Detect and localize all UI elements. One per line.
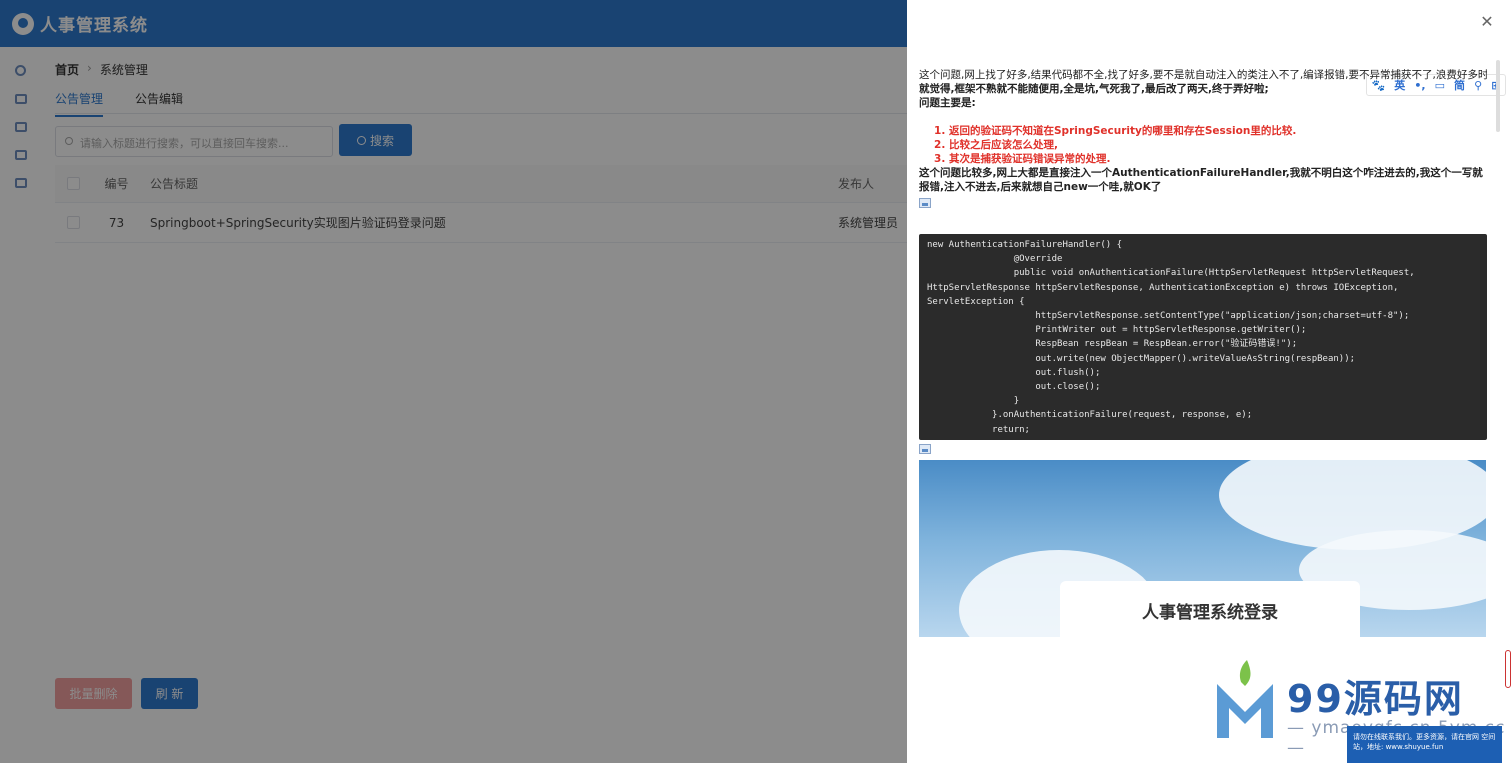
- issues-title: 问题主要是:: [919, 97, 976, 109]
- list-item: 返回的验证码不知道在SpringSecurity的哪里和存在Session里的比…: [949, 124, 1487, 138]
- watermark-logo-icon: [1217, 660, 1273, 738]
- login-card-title: 人事管理系统登录: [1142, 603, 1278, 623]
- login-card: 人事管理系统登录: [1060, 581, 1360, 637]
- broken-image-icon: [919, 444, 931, 454]
- intro-text-2: 就觉得,框架不熟就不能随便用,全是坑,气死我了,最后改了两天,终于弄好啦;: [919, 83, 1269, 95]
- issues-list: 返回的验证码不知道在SpringSecurity的哪里和存在Session里的比…: [939, 124, 1487, 166]
- login-screenshot-image: 人事管理系统登录: [919, 460, 1486, 637]
- modal-overlay[interactable]: [0, 0, 907, 763]
- code-block: new AuthenticationFailureHandler() { @Ov…: [919, 234, 1487, 440]
- notice-badge: 请勿在线联系我们。更多资源，请在官网 空间站，地址: www.shuyue.fu…: [1347, 726, 1502, 763]
- summary-text: 这个问题比较多,网上大都是直接注入一个AuthenticationFailure…: [919, 167, 1483, 193]
- close-icon[interactable]: ✕: [1479, 14, 1495, 30]
- list-item: 比较之后应该怎么处理,: [949, 138, 1487, 152]
- announcement-drawer: ✕ 🐾 英 •, ▭ 简 ⚲ ⊞ 这个问题,网上找了好多,结果代码都不全,找了好…: [907, 0, 1512, 763]
- list-item: 其次是捕获验证码错误异常的处理.: [949, 152, 1487, 166]
- scrollbar[interactable]: [1496, 60, 1500, 132]
- broken-image-icon: [919, 198, 931, 208]
- watermark-brand: 99源码网: [1287, 677, 1464, 721]
- intro-text: 这个问题,网上找了好多,结果代码都不全,找了好多,要不是就自动注入的类注入不了,…: [919, 69, 1487, 81]
- article-body: 这个问题,网上找了好多,结果代码都不全,找了好多,要不是就自动注入的类注入不了,…: [919, 68, 1487, 637]
- scrollbar-thumb[interactable]: [1505, 650, 1511, 688]
